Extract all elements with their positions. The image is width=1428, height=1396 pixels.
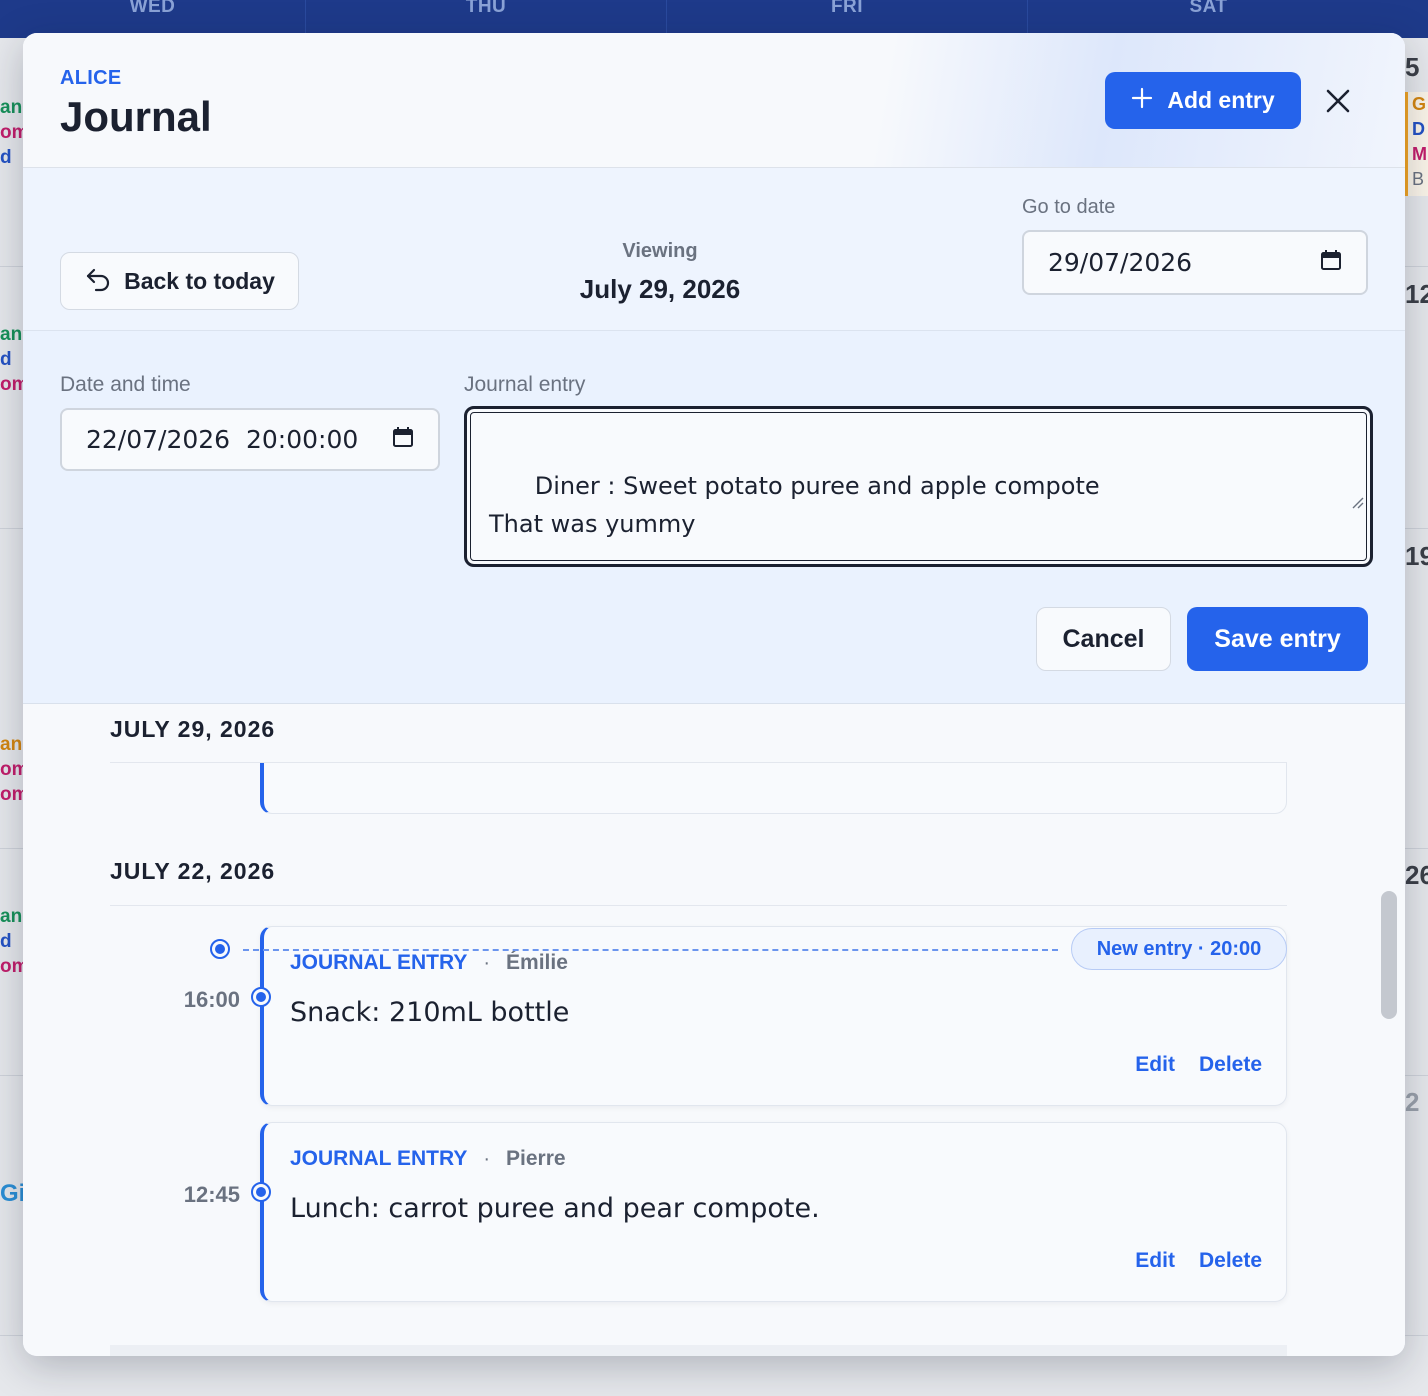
journal-entry-textarea[interactable]: Diner : Sweet potato puree and apple com…: [464, 406, 1373, 567]
add-entry-label: Add entry: [1167, 87, 1275, 113]
card-actions: Edit Delete: [1135, 1249, 1262, 1273]
go-to-date-label: Go to date: [1022, 196, 1116, 218]
datetime-label: Date and time: [60, 373, 191, 396]
datetime-value: 22/07/2026 20:00:00: [86, 425, 359, 454]
add-entry-button[interactable]: Add entry: [1105, 72, 1301, 129]
calendar-event-line: G: [1412, 94, 1427, 114]
day-divider: [110, 762, 1287, 763]
entry-kind: JOURNAL ENTRY: [290, 1147, 468, 1170]
day-heading: JULY 29, 2026: [110, 716, 276, 742]
date-navigation: Back to today Viewing July 29, 2026 Go t…: [23, 168, 1405, 331]
next-card-edge: [110, 1345, 1287, 1356]
back-to-today-label: Back to today: [124, 267, 275, 294]
edit-button[interactable]: Edit: [1135, 1053, 1175, 1077]
calendar-event-peek[interactable]: om: [0, 956, 24, 978]
calendar-icon[interactable]: [1320, 248, 1342, 277]
timeline-dot: [251, 987, 271, 1007]
entry-kind: JOURNAL ENTRY: [290, 951, 468, 974]
entry-time: 12:45: [183, 1182, 240, 1207]
cancel-button[interactable]: Cancel: [1036, 607, 1171, 671]
viewing-label: Viewing: [622, 240, 698, 262]
scrollbar[interactable]: [1381, 891, 1397, 1019]
viewing-date: July 29, 2026: [579, 274, 741, 304]
calendar-event-line: D: [1412, 119, 1425, 139]
entry-form: Date and time 22/07/2026 20:00:00 Journa…: [23, 331, 1405, 704]
entry-author: Émilie: [506, 951, 568, 974]
calendar-event-peek[interactable]: d: [0, 931, 24, 953]
card-meta: JOURNAL ENTRY · Pierre: [290, 1147, 566, 1171]
go-to-date-value: 29/07/2026: [1048, 248, 1193, 277]
calendar-event-peek[interactable]: om: [0, 784, 24, 806]
calendar-event-peek[interactable]: anr: [0, 324, 24, 346]
calendar-event-peek[interactable]: d: [0, 349, 24, 371]
entry-author: Pierre: [506, 1147, 566, 1170]
close-button[interactable]: [1320, 83, 1356, 119]
new-entry-line: [243, 949, 1058, 951]
new-entry-marker: New entry · 20:00: [1071, 928, 1287, 970]
calendar-event-peek[interactable]: om: [0, 759, 24, 781]
entry-text: Snack: 210mL bottle: [290, 997, 570, 1028]
calendar-event-peek[interactable]: an: [0, 734, 24, 756]
calendar-event-line: M: [1412, 144, 1427, 164]
day-heading: JULY 22, 2026: [110, 858, 276, 884]
datetime-input[interactable]: 22/07/2026 20:00:00: [60, 408, 440, 471]
calendar-event-peek[interactable]: anr: [0, 97, 24, 119]
calendar-event-peek[interactable]: anr: [0, 906, 24, 928]
calendar-event-peek[interactable]: om: [0, 122, 24, 144]
journal-modal: ALICE Journal Add entry Back to today Vi…: [23, 33, 1405, 1356]
child-name: ALICE: [60, 67, 122, 89]
journal-entry-label: Journal entry: [464, 373, 586, 396]
journal-card: JOURNAL ENTRY · Pierre Lunch: carrot pur…: [260, 1122, 1287, 1302]
calendar-date-number: 12: [1405, 279, 1428, 309]
edit-button[interactable]: Edit: [1135, 1249, 1175, 1273]
calendar-event-peek[interactable]: om: [0, 374, 24, 396]
meta-separator: ·: [483, 1147, 491, 1170]
journal-timeline[interactable]: JULY 29, 2026 JULY 22, 2026 JOURNAL ENTR…: [23, 704, 1405, 1356]
meta-separator: ·: [483, 951, 491, 974]
calendar-date-number: 19: [1405, 541, 1428, 571]
calendar-date-number: 5: [1405, 52, 1420, 82]
save-entry-button[interactable]: Save entry: [1187, 607, 1368, 671]
plus-icon: [1131, 85, 1153, 115]
calendar-event-line: B: [1412, 169, 1425, 189]
timeline-dot: [251, 1182, 271, 1202]
calendar-event-card[interactable]: G D M B: [1405, 92, 1428, 196]
calendar-event-peek[interactable]: d: [0, 147, 24, 169]
modal-header: ALICE Journal Add entry: [23, 33, 1405, 168]
card-meta: JOURNAL ENTRY · Émilie: [290, 951, 568, 975]
calendar-date-number: 2: [1405, 1087, 1420, 1117]
resize-grip-icon[interactable]: [1289, 444, 1364, 558]
close-icon: [1320, 89, 1356, 122]
calendar-date-number: 26: [1405, 860, 1428, 890]
day-divider: [110, 905, 1287, 906]
delete-button[interactable]: Delete: [1199, 1053, 1262, 1077]
card-actions: Edit Delete: [1135, 1053, 1262, 1077]
calendar-icon[interactable]: [392, 425, 414, 454]
entry-time: 16:00: [183, 987, 240, 1012]
calendar-event-peek[interactable]: Gi: [0, 1180, 24, 1208]
go-to-date-input[interactable]: 29/07/2026: [1022, 230, 1368, 295]
modal-title: Journal: [60, 93, 212, 140]
delete-button[interactable]: Delete: [1199, 1249, 1262, 1273]
back-to-today-button[interactable]: Back to today: [60, 252, 299, 310]
undo-arrow-icon: [84, 264, 112, 298]
journal-entry-value: Diner : Sweet potato puree and apple com…: [489, 472, 1100, 538]
new-entry-dot: [210, 939, 230, 959]
entry-text: Lunch: carrot puree and pear compote.: [290, 1193, 820, 1224]
